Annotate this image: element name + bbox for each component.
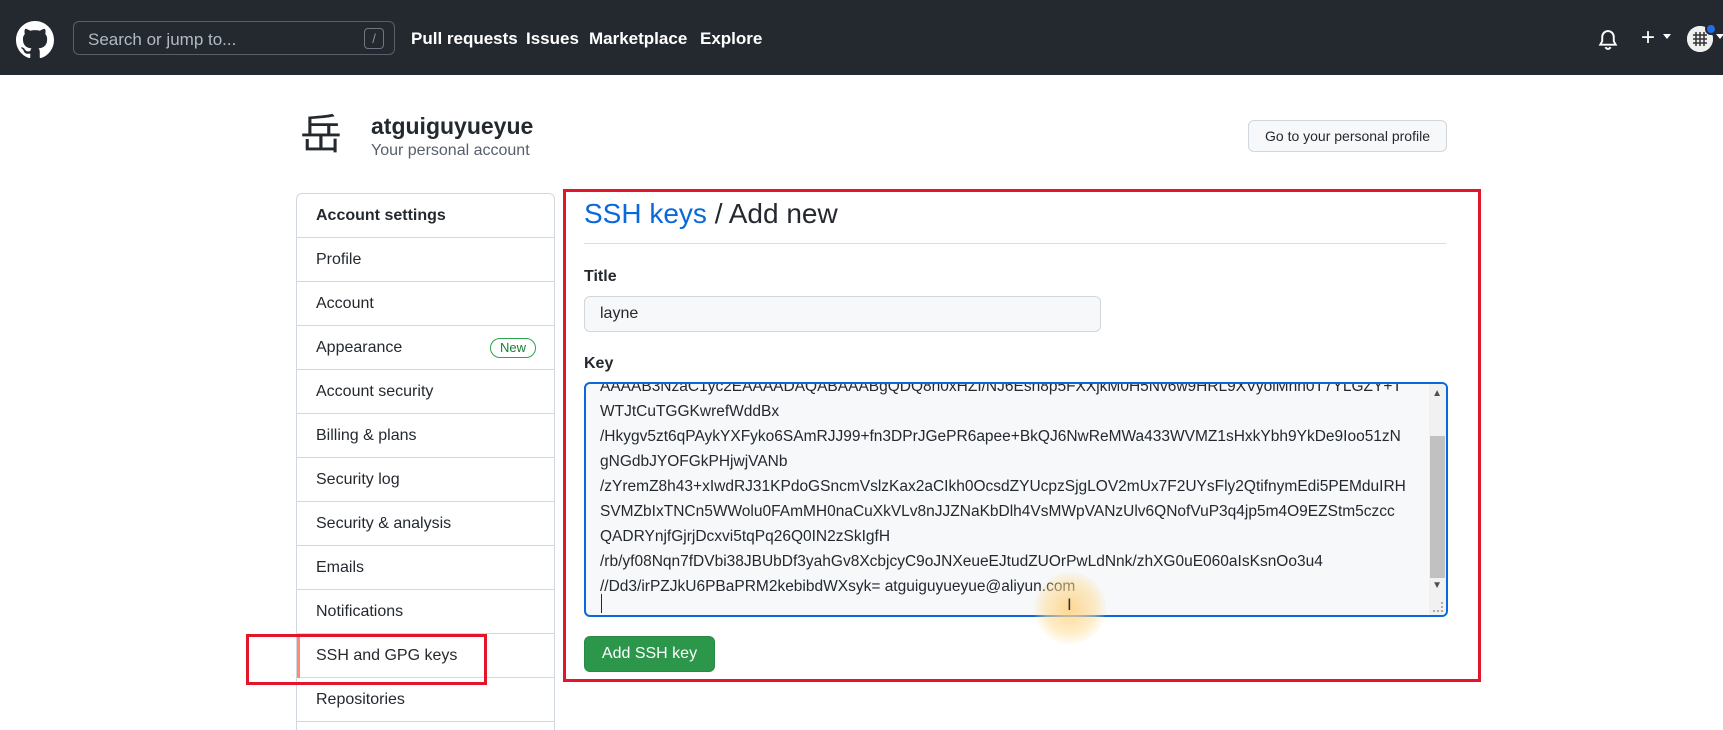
- nav-explore[interactable]: Explore: [700, 29, 762, 49]
- notifications-bell-icon[interactable]: [1597, 28, 1619, 52]
- add-ssh-key-button[interactable]: Add SSH key: [584, 636, 715, 672]
- search-input[interactable]: Search or jump to... /: [73, 21, 395, 55]
- text-cursor: [601, 594, 602, 613]
- nav-pull-requests[interactable]: Pull requests: [411, 29, 518, 49]
- key-textarea-scrollbar[interactable]: ▲ ▼: [1429, 384, 1446, 615]
- sidebar-item-profile[interactable]: Profile: [297, 238, 554, 282]
- annotation-highlight-sidebar: [246, 634, 487, 685]
- sidebar-item-label: Account: [316, 295, 374, 312]
- sidebar-item-appearance[interactable]: Appearance New: [297, 326, 554, 370]
- new-badge: New: [490, 338, 537, 358]
- resize-handle-icon[interactable]: [1433, 602, 1443, 612]
- profile-subtitle: Your personal account: [371, 142, 530, 159]
- key-textarea-content: AAAAB3NzaC1yc2EAAAADAQABAAABgQDQ8h0xHZI/…: [600, 382, 1406, 595]
- nav-marketplace[interactable]: Marketplace: [589, 29, 687, 49]
- sidebar-item-notifications[interactable]: Notifications: [297, 590, 554, 634]
- sidebar-item-label: Profile: [316, 251, 362, 268]
- user-menu-caret-icon[interactable]: [1716, 34, 1723, 39]
- sidebar-item-label: Security log: [316, 471, 400, 488]
- sidebar-item-account-security[interactable]: Account security: [297, 370, 554, 414]
- sidebar-item-label: Appearance: [316, 339, 403, 356]
- create-new-plus-icon[interactable]: +: [1641, 24, 1655, 52]
- github-logo-icon[interactable]: [16, 21, 54, 59]
- sidebar-item-account[interactable]: Account: [297, 282, 554, 326]
- sidebar-item-security-log[interactable]: Security log: [297, 458, 554, 502]
- sidebar-item-label: Emails: [316, 559, 365, 576]
- page-title-rest: / Add new: [706, 198, 838, 229]
- search-shortcut-key: /: [364, 28, 384, 49]
- go-to-profile-button[interactable]: Go to your personal profile: [1248, 120, 1447, 152]
- create-caret-icon[interactable]: [1663, 34, 1671, 39]
- key-textarea[interactable]: AAAAB3NzaC1yc2EAAAADAQABAAABgQDQ8h0xHZI/…: [584, 382, 1448, 617]
- ibeam-cursor-icon: I: [1067, 595, 1072, 614]
- app-header: Search or jump to... / Pull requests Iss…: [0, 0, 1723, 75]
- page-title: SSH keys / Add new: [584, 198, 838, 230]
- title-input[interactable]: layne: [584, 296, 1101, 332]
- nav-issues[interactable]: Issues: [526, 29, 579, 49]
- sidebar-item-label: Security & analysis: [316, 515, 452, 532]
- sidebar-item-billing[interactable]: Billing & plans: [297, 414, 554, 458]
- sidebar-item-label: Account security: [316, 383, 434, 400]
- search-placeholder: Search or jump to...: [88, 30, 237, 49]
- scroll-up-arrow-icon[interactable]: ▲: [1432, 388, 1442, 399]
- sidebar-item-security-analysis[interactable]: Security & analysis: [297, 502, 554, 546]
- sidebar-heading-label: Account settings: [316, 207, 446, 224]
- title-divider: [584, 243, 1446, 244]
- scrollbar-thumb[interactable]: [1430, 436, 1445, 578]
- profile-avatar: 岳: [300, 110, 343, 159]
- key-field-label: Key: [584, 355, 614, 372]
- sidebar-heading: Account settings: [297, 194, 554, 238]
- ssh-keys-link[interactable]: SSH keys: [584, 198, 707, 229]
- title-field-label: Title: [584, 268, 617, 285]
- profile-name[interactable]: atguiguyueyue: [371, 113, 533, 140]
- sidebar-item-label: Billing & plans: [316, 427, 417, 444]
- sidebar-item-label: Repositories: [316, 691, 405, 708]
- scroll-down-arrow-icon[interactable]: ▼: [1432, 580, 1442, 591]
- sidebar-item-emails[interactable]: Emails: [297, 546, 554, 590]
- sidebar-item-label: Notifications: [316, 603, 404, 620]
